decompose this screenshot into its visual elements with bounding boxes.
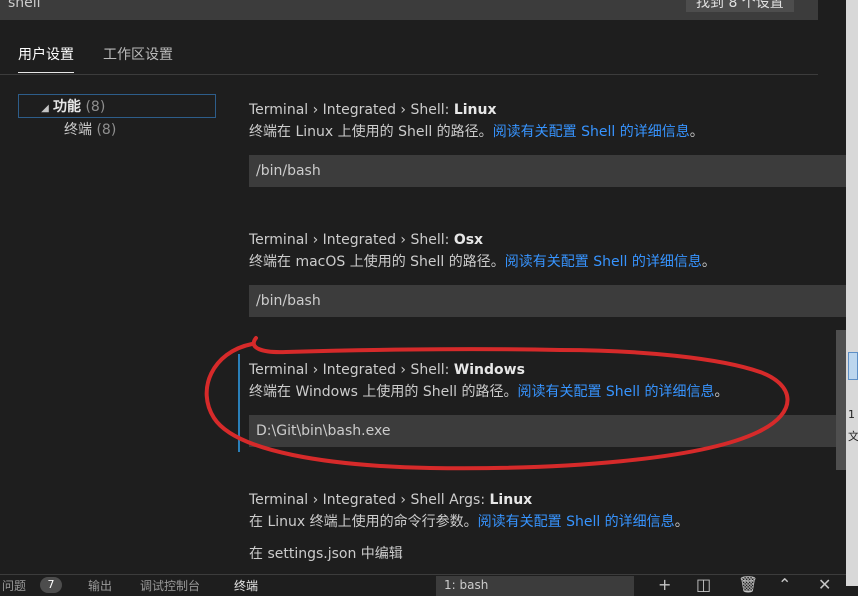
trash-icon[interactable]: 🗑 bbox=[738, 575, 758, 594]
desktop-file-icon bbox=[848, 352, 858, 380]
setting-doc-link[interactable]: 阅读有关配置 Shell 的详细信息 bbox=[493, 124, 690, 140]
modified-indicator bbox=[238, 354, 240, 452]
toc-item-count: (8) bbox=[85, 99, 106, 115]
search-bar: 找到 8 个设置 bbox=[0, 0, 818, 20]
setting-title: Terminal › Integrated › Shell: Windows bbox=[249, 359, 849, 381]
setting-description: 终端在 macOS 上使用的 Shell 的路径。阅读有关配置 Shell 的详… bbox=[249, 251, 849, 273]
result-count-badge: 找到 8 个设置 bbox=[686, 0, 794, 12]
setting-category: Terminal › Integrated › Shell Args: bbox=[249, 492, 490, 508]
setting-description-text: 终端在 macOS 上使用的 Shell 的路径。 bbox=[249, 254, 505, 270]
setting-description: 终端在 Windows 上使用的 Shell 的路径。阅读有关配置 Shell … bbox=[249, 381, 849, 403]
setting-title: Terminal › Integrated › Shell: Osx bbox=[249, 229, 849, 251]
setting-description: 终端在 Linux 上使用的 Shell 的路径。阅读有关配置 Shell 的详… bbox=[249, 121, 849, 143]
setting-shell-args-linux: Terminal › Integrated › Shell Args: Linu… bbox=[249, 489, 849, 563]
chevron-up-icon[interactable]: ⌃ bbox=[778, 575, 791, 594]
setting-description-text: 终端在 Linux 上使用的 Shell 的路径。 bbox=[249, 124, 493, 140]
setting-title: Terminal › Integrated › Shell Args: Linu… bbox=[249, 489, 849, 511]
setting-category: Terminal › Integrated › Shell: bbox=[249, 102, 454, 118]
setting-value-input[interactable] bbox=[249, 155, 849, 187]
setting-value-input[interactable] bbox=[249, 285, 849, 317]
toc-item-terminal[interactable]: 终端 (8) bbox=[18, 118, 216, 142]
setting-description-suffix: 。 bbox=[714, 384, 729, 400]
setting-description-suffix: 。 bbox=[674, 514, 689, 530]
setting-description-suffix: 。 bbox=[701, 254, 716, 270]
setting-description: 在 Linux 终端上使用的命令行参数。阅读有关配置 Shell 的详细信息。 bbox=[249, 511, 849, 533]
toc-item-label: 功能 bbox=[53, 99, 81, 115]
tab-workspace-settings[interactable]: 工作区设置 bbox=[103, 44, 173, 64]
setting-name: Linux bbox=[453, 102, 497, 118]
setting-doc-link[interactable]: 阅读有关配置 Shell 的详细信息 bbox=[505, 254, 702, 270]
settings-tabs: 用户设置 工作区设置 bbox=[0, 36, 818, 75]
setting-doc-link[interactable]: 阅读有关配置 Shell 的详细信息 bbox=[478, 514, 675, 530]
setting-shell-linux: Terminal › Integrated › Shell: Linux 终端在… bbox=[249, 99, 849, 187]
setting-shell-windows: Terminal › Integrated › Shell: Windows 终… bbox=[249, 359, 849, 447]
toc-item-label: 终端 bbox=[64, 122, 92, 138]
search-input[interactable] bbox=[6, 0, 610, 16]
setting-name: Osx bbox=[453, 232, 484, 248]
setting-title: Terminal › Integrated › Shell: Linux bbox=[249, 99, 849, 121]
setting-category: Terminal › Integrated › Shell: bbox=[249, 362, 454, 378]
setting-name: Linux bbox=[489, 492, 533, 508]
desktop-background-strip bbox=[846, 0, 858, 586]
setting-category: Terminal › Integrated › Shell: bbox=[249, 232, 454, 248]
split-icon[interactable]: ◫ bbox=[696, 575, 711, 594]
setting-doc-link[interactable]: 阅读有关配置 Shell 的详细信息 bbox=[517, 384, 714, 400]
desktop-strip-text: 文 bbox=[848, 430, 858, 443]
scrollbar-thumb[interactable] bbox=[836, 330, 846, 470]
bottom-panel: 问题 7 输出 调试控制台 终端 1: bash + ◫ 🗑 ⌃ ✕ bbox=[0, 574, 846, 596]
setting-description-text: 在 Linux 终端上使用的命令行参数。 bbox=[249, 514, 478, 530]
setting-shell-osx: Terminal › Integrated › Shell: Osx 终端在 m… bbox=[249, 229, 849, 317]
close-icon[interactable]: ✕ bbox=[818, 575, 831, 594]
setting-description-text: 终端在 Windows 上使用的 Shell 的路径。 bbox=[249, 384, 518, 400]
tab-user-settings[interactable]: 用户设置 bbox=[18, 44, 74, 73]
toc-item-count: (8) bbox=[96, 122, 117, 138]
terminal-select[interactable]: 1: bash bbox=[436, 576, 634, 596]
toc-item-features[interactable]: ◢ 功能 (8) bbox=[18, 94, 216, 118]
setting-description-suffix: 。 bbox=[689, 124, 704, 140]
problems-count-badge: 7 bbox=[40, 577, 62, 593]
desktop-strip-text: 1 bbox=[848, 408, 855, 421]
setting-name: Windows bbox=[453, 362, 525, 378]
plus-icon[interactable]: + bbox=[658, 575, 671, 594]
setting-value-input[interactable] bbox=[249, 415, 849, 447]
edit-in-settings-json-link[interactable]: 在 settings.json 中编辑 bbox=[249, 543, 849, 563]
settings-toc: ◢ 功能 (8) 终端 (8) bbox=[18, 94, 216, 142]
